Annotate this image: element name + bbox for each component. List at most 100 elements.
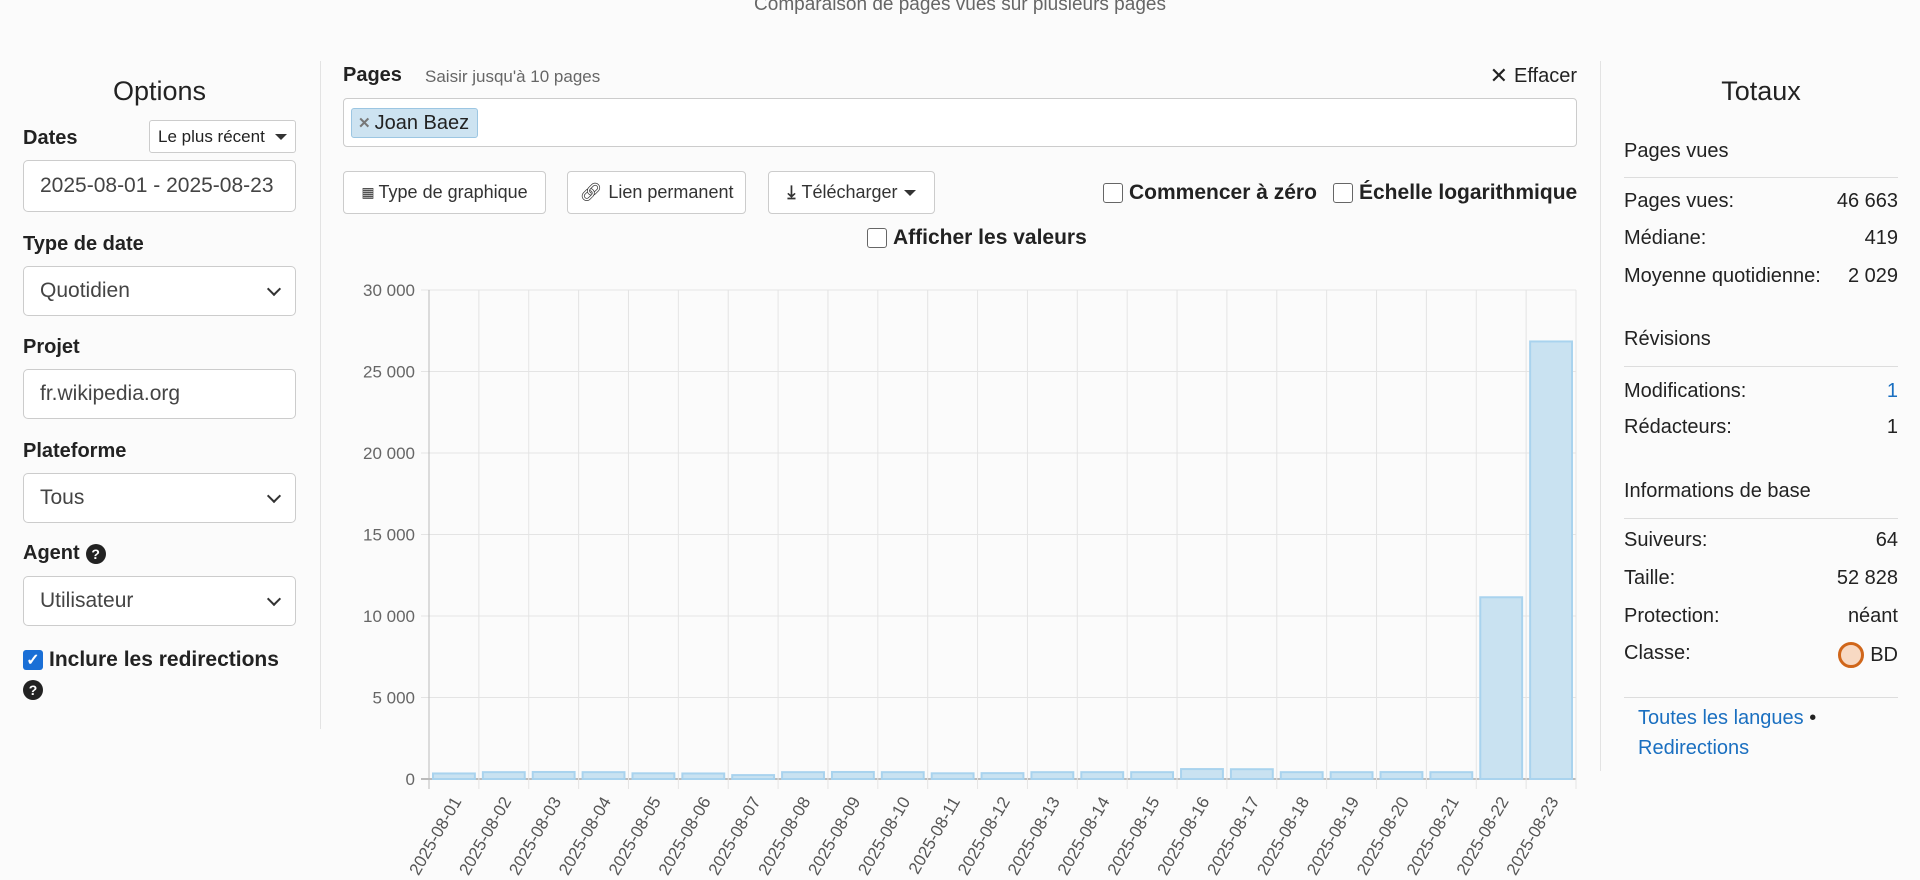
stat-value: 52 828 bbox=[1836, 567, 1898, 589]
bar bbox=[1529, 340, 1574, 780]
pageviews-chart: 0 5 000 10 000 15 000 20 000 25 000 30 000 2025… bbox=[363, 281, 1577, 878]
class-value: BD bbox=[1838, 642, 1898, 668]
options-heading: Options bbox=[112, 76, 207, 106]
stat-row: Taille: 52 828 bbox=[1624, 567, 1898, 590]
caret-down-icon bbox=[903, 189, 916, 196]
caret-down-icon bbox=[275, 133, 287, 140]
checkbox[interactable] bbox=[1333, 183, 1353, 203]
all-languages-link[interactable]: Toutes les langues bbox=[1638, 707, 1804, 729]
bar bbox=[930, 772, 975, 781]
agent-select[interactable]: Utilisateur bbox=[23, 576, 296, 626]
bar bbox=[1329, 771, 1374, 780]
clear-button[interactable]: ✕ Effacer bbox=[1490, 63, 1577, 89]
stat-row: Moyenne quotidienne: 2 029 bbox=[1624, 265, 1898, 288]
bar bbox=[830, 770, 875, 780]
stat-row: Modifications: 1 bbox=[1624, 380, 1898, 403]
begin-zero-checkbox[interactable]: Commencer à zéro bbox=[1103, 181, 1317, 205]
y-tick-label: 20 000 bbox=[363, 444, 415, 463]
date-range-input[interactable]: 2025-08-01 - 2025-08-23 bbox=[23, 160, 296, 212]
permalink-button[interactable]: 🔗︎ Lien permanent bbox=[567, 171, 746, 214]
agent-label: Agent bbox=[23, 542, 80, 564]
checkbox[interactable] bbox=[867, 228, 887, 248]
stat-label: Moyenne quotidienne: bbox=[1624, 265, 1821, 287]
chevron-down-icon bbox=[266, 281, 282, 296]
chart-type-label: Type de graphique bbox=[378, 182, 528, 202]
dates-preset-dropdown[interactable]: Le plus récent bbox=[149, 120, 296, 153]
show-values-label: Afficher les valeurs bbox=[893, 226, 1087, 249]
include-redirects-checkbox[interactable]: ✓ Inclure les redirections bbox=[23, 648, 279, 672]
download-label: Télécharger bbox=[801, 182, 898, 202]
bar bbox=[531, 770, 576, 780]
y-tick-label: 10 000 bbox=[363, 607, 415, 626]
log-scale-checkbox[interactable]: Échelle logarithmique bbox=[1333, 181, 1577, 205]
stat-value: 46 663 bbox=[1836, 190, 1898, 212]
bar bbox=[880, 771, 925, 780]
project-value: fr.wikipedia.org bbox=[40, 382, 181, 405]
bar bbox=[481, 771, 526, 780]
y-tick-label: 5 000 bbox=[372, 689, 415, 708]
basic-info-heading: Informations de base bbox=[1624, 480, 1811, 502]
stat-value: 419 bbox=[1864, 227, 1898, 249]
divider bbox=[1624, 697, 1898, 698]
bar bbox=[980, 772, 1025, 780]
quality-class-icon bbox=[1838, 642, 1865, 668]
platform-select[interactable]: Tous bbox=[23, 473, 296, 523]
clear-label: Effacer bbox=[1514, 64, 1577, 87]
stat-value: 1 bbox=[1886, 416, 1898, 438]
pages-input[interactable]: ✕ Joan Baez bbox=[343, 98, 1577, 147]
divider bbox=[1624, 366, 1898, 367]
stat-row: Rédacteurs: 1 bbox=[1624, 416, 1898, 439]
link-icon: 🔗︎ bbox=[579, 182, 603, 202]
bar bbox=[1479, 596, 1524, 780]
page-tag: ✕ Joan Baez bbox=[351, 108, 479, 138]
pageviews-heading: Pages vues bbox=[1624, 140, 1729, 162]
bar bbox=[1429, 771, 1474, 780]
stat-row: Protection: néant bbox=[1624, 605, 1898, 628]
stat-row: Classe: BD bbox=[1624, 642, 1898, 668]
x-tick-label: 2025-08-11 bbox=[905, 794, 964, 878]
stat-label: Protection: bbox=[1624, 605, 1720, 627]
bar bbox=[1229, 768, 1274, 781]
checkbox-checked-icon[interactable]: ✓ bbox=[23, 650, 43, 670]
date-type-select[interactable]: Quotidien bbox=[23, 266, 296, 316]
bar bbox=[1080, 771, 1125, 780]
stat-row: Pages vues: 46 663 bbox=[1624, 190, 1898, 213]
stat-label: Taille: bbox=[1624, 567, 1676, 589]
stat-value: 64 bbox=[1875, 529, 1898, 551]
redirects-link[interactable]: Redirections bbox=[1638, 737, 1749, 760]
pages-hint: Saisir jusqu'à 10 pages bbox=[425, 67, 601, 86]
stat-label: Rédacteurs: bbox=[1624, 416, 1732, 438]
stat-label: Pages vues: bbox=[1624, 190, 1735, 212]
bar bbox=[1130, 771, 1175, 780]
edits-link[interactable]: 1 bbox=[1887, 380, 1898, 403]
page-subtitle: Comparaison de pages vues sur plusieurs … bbox=[754, 0, 1166, 15]
chevron-down-icon bbox=[266, 591, 282, 606]
help-icon[interactable]: ? bbox=[23, 680, 43, 700]
include-redirects-label: Inclure les redirections bbox=[49, 648, 279, 671]
totals-heading: Totaux bbox=[1721, 76, 1801, 106]
remove-tag-icon[interactable]: ✕ bbox=[358, 114, 371, 132]
bar bbox=[631, 772, 676, 781]
bar bbox=[1030, 771, 1075, 780]
chevron-down-icon bbox=[266, 488, 282, 503]
platform-value: Tous bbox=[40, 486, 85, 509]
divider bbox=[1624, 518, 1898, 519]
show-values-checkbox[interactable]: Afficher les valeurs bbox=[867, 226, 1087, 250]
bar bbox=[581, 771, 626, 780]
checkbox[interactable] bbox=[1103, 183, 1123, 203]
stat-label: Classe: bbox=[1624, 642, 1691, 664]
divider bbox=[320, 61, 321, 729]
log-scale-label: Échelle logarithmique bbox=[1359, 181, 1578, 204]
help-icon[interactable]: ? bbox=[85, 543, 106, 564]
stat-value: 2 029 bbox=[1847, 265, 1898, 287]
chart-type-button[interactable]: ▦ Type de graphique bbox=[343, 171, 546, 214]
begin-zero-label: Commencer à zéro bbox=[1129, 181, 1317, 204]
bar bbox=[681, 772, 726, 781]
pages-label: Pages bbox=[343, 64, 402, 86]
bar bbox=[1379, 771, 1424, 781]
download-button[interactable]: ⤓ Télécharger bbox=[768, 171, 935, 214]
close-icon: ✕ bbox=[1489, 63, 1508, 88]
date-type-value: Quotidien bbox=[40, 279, 130, 302]
stat-label: Modifications: bbox=[1624, 380, 1747, 402]
project-input[interactable]: fr.wikipedia.org bbox=[23, 369, 296, 419]
